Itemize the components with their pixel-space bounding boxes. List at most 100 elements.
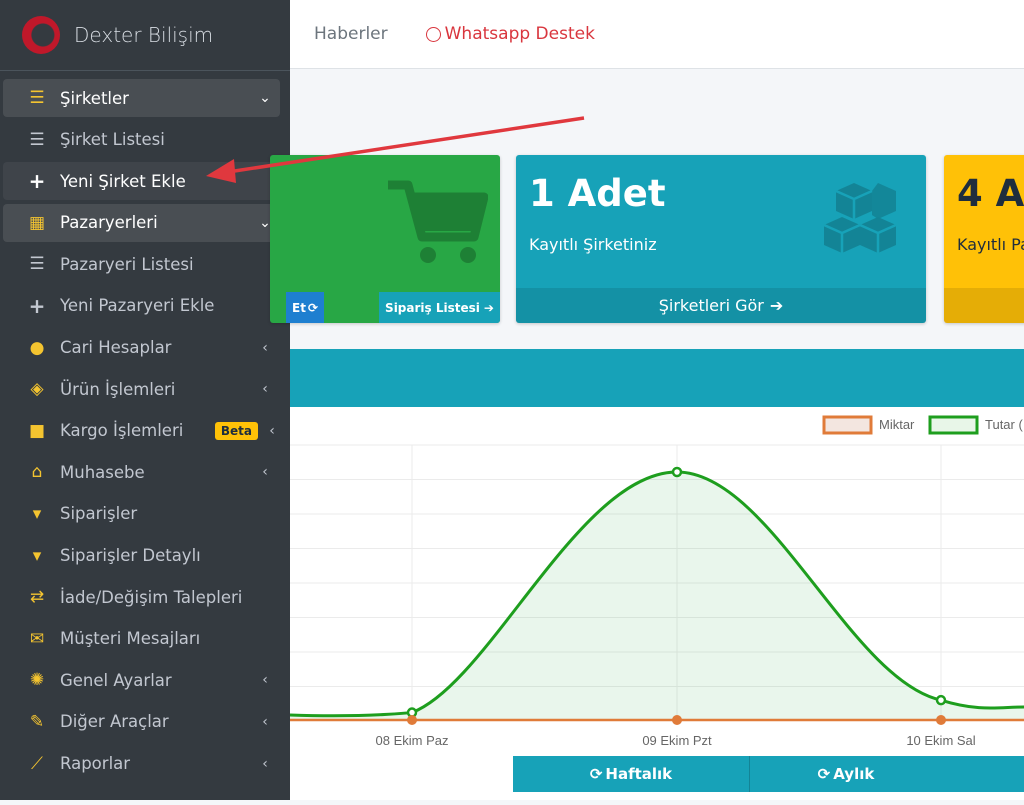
tutar-point <box>935 694 947 706</box>
list-icon: ☰ <box>29 254 45 275</box>
arrow-circle-right-icon: ➔ <box>769 296 784 315</box>
whatsapp-link[interactable]: Whatsapp Destek <box>425 24 595 44</box>
sidebar-item-label: Yeni Pazaryeri Ekle <box>60 296 215 316</box>
sidebar-item-sirketler[interactable]: ☰ Şirketler ⌄ <box>3 79 280 117</box>
marketplaces-card: 4 Ad Kayıtlı Pa <box>944 155 1024 323</box>
sidebar-item-genel-ayarlar[interactable]: ✺ Genel Ayarlar ‹ <box>3 661 280 699</box>
miktar-point <box>936 715 946 725</box>
brand-name: Dexter Bilişim <box>74 23 214 47</box>
marketplaces-count: 4 Ad <box>957 172 1024 215</box>
plus-icon: + <box>28 293 46 318</box>
sidebar-item-label: Pazaryeri Listesi <box>60 254 194 274</box>
sidebar-item-iade-degisim[interactable]: ⇄ İade/Değişim Talepleri <box>3 578 280 616</box>
tags-icon: ◈ <box>30 379 44 400</box>
companies-footer-label: Şirketleri Gör <box>658 296 764 315</box>
sidebar-item-label: Muhasebe <box>60 462 145 482</box>
refresh-label: Et <box>292 300 306 315</box>
sidebar-item-muhasebe[interactable]: ⌂ Muhasebe ‹ <box>3 453 280 491</box>
chevron-left-icon: ‹ <box>262 713 268 730</box>
companies-footer-link[interactable]: Şirketleri Gör ➔ <box>516 288 926 323</box>
bank-icon: ⌂ <box>31 462 43 483</box>
sidebar-item-musteri-mesajlari[interactable]: ✉ Müşteri Mesajları <box>3 620 280 658</box>
chevron-left-icon: ‹ <box>262 755 268 772</box>
legend-label: Miktar <box>879 417 915 432</box>
sidebar-item-urun-islemleri[interactable]: ◈ Ürün İşlemleri ‹ <box>3 370 280 408</box>
sidebar-item-diger-araclar[interactable]: ✎ Diğer Araçlar ‹ <box>3 703 280 741</box>
chart-header <box>290 349 1024 407</box>
x-tick-label: 08 Ekim Paz <box>376 733 449 748</box>
refresh-icon: ⟳ <box>817 765 831 783</box>
top-navbar: Haberler Whatsapp Destek <box>290 0 1024 69</box>
tutar-point <box>671 466 683 478</box>
sidebar-item-siparisler-detayli[interactable]: ▾ Siparişler Detaylı <box>3 537 280 575</box>
sidebar-item-label: Siparişler <box>60 504 138 524</box>
nav-link-haberler[interactable]: Haberler <box>314 24 388 44</box>
sidebar-item-cari-hesaplar[interactable]: ● Cari Hesaplar ‹ <box>3 329 280 367</box>
brand[interactable]: Dexter Bilişim <box>0 0 290 71</box>
sidebar-item-pazaryerleri[interactable]: ▦ Pazaryerleri ⌄ <box>3 203 280 242</box>
refresh-button[interactable]: Et ⟳ <box>286 292 324 323</box>
companies-label: Kayıtlı Şirketiniz <box>529 235 657 254</box>
marketplaces-footer-link[interactable] <box>944 288 1024 323</box>
envelope-icon: ✉ <box>29 628 45 649</box>
sidebar-item-siparisler[interactable]: ▾ Siparişler <box>3 495 280 533</box>
sidebar-item-label: Raporlar <box>60 754 131 773</box>
marketplaces-label: Kayıtlı Pa <box>957 235 1024 254</box>
sidebar-item-kargo-islemleri[interactable]: ■ Kargo İşlemleri Beta ‹ <box>3 412 280 450</box>
x-tick-label: 09 Ekim Pzt <box>642 733 712 748</box>
plus-icon: + <box>28 169 46 194</box>
sidebar-item-label: Şirket Listesi <box>60 130 165 150</box>
truck-icon: ■ <box>28 420 46 441</box>
arrow-circle-right-icon: ➔ <box>483 300 494 315</box>
sidebar-item-label: Yeni Şirket Ekle <box>60 171 186 191</box>
chevron-down-icon: ⌄ <box>259 90 271 106</box>
sidebar-item-label: Siparişler Detaylı <box>60 546 201 566</box>
legend-swatch <box>822 415 873 435</box>
sidebar-item-label: Ürün İşlemleri <box>60 379 176 399</box>
sidebar-item-label: Pazaryerleri <box>60 213 158 233</box>
cubes-icon <box>824 183 897 253</box>
refresh-icon: ⟳ <box>589 765 603 783</box>
wrench-icon: ✎ <box>29 711 45 732</box>
sidebar-nav: ☰ Şirketler ⌄ ☰ Şirket Listesi + Yeni Şi… <box>0 71 290 783</box>
sidebar-item-label: Diğer Araçlar <box>60 712 169 732</box>
sidebar-item-sirket-listesi[interactable]: ☰ Şirket Listesi <box>3 121 280 159</box>
sidebar-item-label: Cari Hesaplar <box>60 338 172 358</box>
chevron-left-icon: ‹ <box>262 672 268 689</box>
chevron-left-icon: ‹ <box>269 422 275 439</box>
sidebar-item-yeni-pazaryeri-ekle[interactable]: + Yeni Pazaryeri Ekle <box>3 287 280 325</box>
legend-label: Tutar ( <box>985 417 1023 432</box>
cart-icon: ▾ <box>32 503 42 524</box>
cog-icon: ✺ <box>29 670 45 691</box>
beta-badge: Beta <box>214 421 258 440</box>
chart-line-icon: ⟋ <box>31 753 43 774</box>
brand-logo <box>22 16 60 54</box>
companies-card: 1 Adet Kayıtlı Şirketiniz Şirketleri Gör… <box>516 155 926 323</box>
sidebar-item-label: Şirketler <box>60 88 129 108</box>
weekly-button[interactable]: ⟳ Haftalık <box>513 756 749 792</box>
tutar-area <box>290 472 1024 720</box>
sidebar-item-yeni-sirket-ekle[interactable]: + Yeni Şirket Ekle <box>3 162 280 201</box>
cart-icon <box>388 180 488 263</box>
sidebar-item-label: İade/Değişim Talepleri <box>60 587 243 607</box>
refresh-icon: ⟳ <box>307 300 318 315</box>
order-list-button[interactable]: Sipariş Listesi ➔ <box>379 292 500 323</box>
x-tick-label: 10 Ekim Sal <box>906 733 975 748</box>
chart-panel: 08 Ekim Paz 09 Ekim Pzt 10 Ekim Sal Miktar… <box>289 407 1024 800</box>
whatsapp-label: Whatsapp Destek <box>444 24 595 44</box>
sidebar-item-label: Genel Ayarlar <box>60 670 172 690</box>
orders-card: Et ⟳ Sipariş Listesi ➔ <box>270 155 500 323</box>
sidebar-item-label: Kargo İşlemleri <box>60 421 184 441</box>
list-icon: ☰ <box>29 88 45 108</box>
weekly-label: Haftalık <box>605 765 673 783</box>
whatsapp-icon <box>425 26 441 42</box>
chevron-left-icon: ‹ <box>262 381 268 398</box>
order-list-label: Sipariş Listesi <box>385 300 480 315</box>
sidebar-item-pazaryeri-listesi[interactable]: ☰ Pazaryeri Listesi <box>3 245 280 283</box>
grid-icon: ▦ <box>28 212 46 233</box>
chevron-left-icon: ‹ <box>262 339 268 356</box>
sidebar-item-raporlar[interactable]: ⟋ Raporlar ‹ <box>3 745 280 783</box>
list-icon: ☰ <box>29 129 45 150</box>
companies-count: 1 Adet <box>529 172 666 215</box>
monthly-button[interactable]: ⟳ Aylık <box>749 756 1024 792</box>
